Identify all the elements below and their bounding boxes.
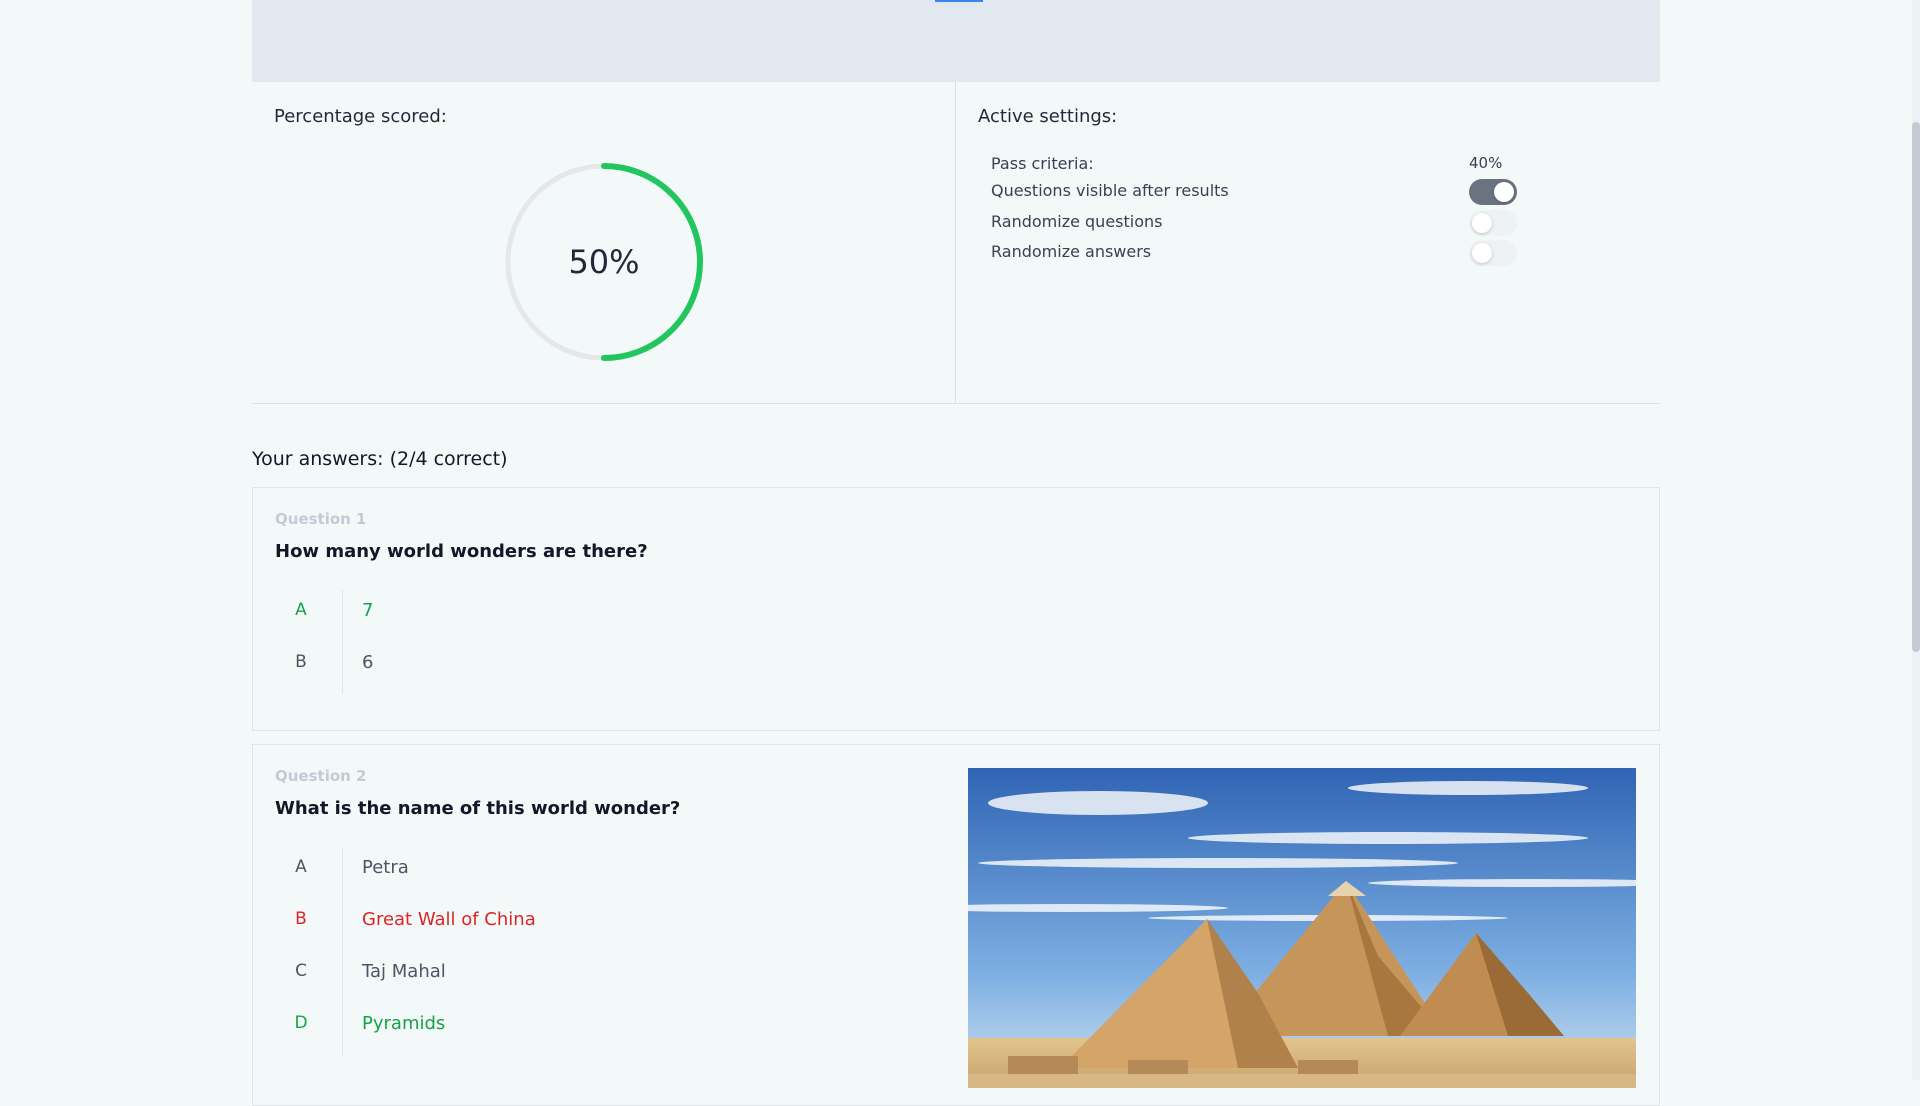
score-ring: 50% (504, 162, 704, 362)
answer-letter: C (295, 961, 307, 981)
randomize-answers-toggle[interactable] (1469, 240, 1517, 266)
answer-letter: B (295, 652, 307, 672)
question-text: How many world wonders are there? (275, 541, 648, 562)
question-text: What is the name of this world wonder? (275, 798, 681, 819)
answer-text: Great Wall of China (362, 909, 536, 930)
pass-criteria-value: 40% (1469, 154, 1503, 172)
randomize-questions-toggle[interactable] (1469, 210, 1517, 236)
setting-pass-criteria: Pass criteria: 40% (991, 150, 1551, 178)
answer-option: C Taj Mahal (275, 951, 875, 1003)
question-number: Question 1 (275, 510, 367, 528)
question-card-2: Question 2 What is the name of this worl… (252, 744, 1660, 1106)
stats-row: Percentage scored: 50% Active settings: … (252, 82, 1660, 404)
answer-text: Petra (362, 857, 409, 878)
vertical-scrollbar[interactable] (1912, 0, 1920, 1080)
settings-panel: Active settings: Pass criteria: 40% Ques… (956, 82, 1660, 403)
scrollbar-thumb[interactable] (1912, 122, 1920, 652)
answers-heading: Your answers: (2/4 correct) (252, 448, 508, 470)
answer-option: D Pyramids (275, 1003, 875, 1055)
score-panel: Percentage scored: 50% (252, 82, 956, 403)
settings-panel-title: Active settings: (978, 106, 1118, 127)
setting-randomize-questions: Randomize questions (991, 208, 1551, 236)
setting-questions-visible: Questions visible after results (991, 177, 1551, 205)
answer-text: Pyramids (362, 1013, 446, 1034)
toggle-knob (1472, 243, 1492, 263)
answer-list: A 7 B 6 (275, 590, 875, 694)
questions-visible-toggle[interactable] (1469, 179, 1517, 205)
toggle-knob (1494, 182, 1514, 202)
results-container: Percentage scored: 50% Active settings: … (252, 0, 1660, 1106)
toggle-knob (1472, 213, 1492, 233)
answer-list: A Petra B Great Wall of China C Taj Maha… (275, 847, 875, 1057)
pass-criteria-label: Pass criteria: (991, 154, 1094, 173)
answer-option: B Great Wall of China (275, 899, 875, 951)
pyramids-image (968, 768, 1636, 1088)
answer-option: B 6 (275, 642, 875, 694)
answer-option: A Petra (275, 847, 875, 899)
randomize-answers-label: Randomize answers (991, 242, 1152, 261)
question-number: Question 2 (275, 767, 367, 785)
questions-visible-label: Questions visible after results (991, 181, 1229, 200)
answer-text: 7 (362, 600, 374, 621)
randomize-questions-label: Randomize questions (991, 212, 1163, 231)
pyramids-illustration (968, 768, 1636, 1088)
quiz-banner (252, 0, 1660, 82)
answer-letter: A (295, 857, 307, 877)
active-tab-indicator (935, 0, 983, 2)
answer-text: Taj Mahal (362, 961, 446, 982)
answer-letter: A (295, 600, 307, 620)
answer-option: A 7 (275, 590, 875, 642)
score-percent: 50% (568, 243, 640, 281)
question-card-1: Question 1 How many world wonders are th… (252, 487, 1660, 731)
answer-letter: B (295, 909, 307, 929)
score-panel-title: Percentage scored: (274, 106, 447, 127)
answer-text: 6 (362, 652, 374, 673)
setting-randomize-answers: Randomize answers (991, 238, 1551, 266)
answer-letter: D (294, 1013, 308, 1033)
